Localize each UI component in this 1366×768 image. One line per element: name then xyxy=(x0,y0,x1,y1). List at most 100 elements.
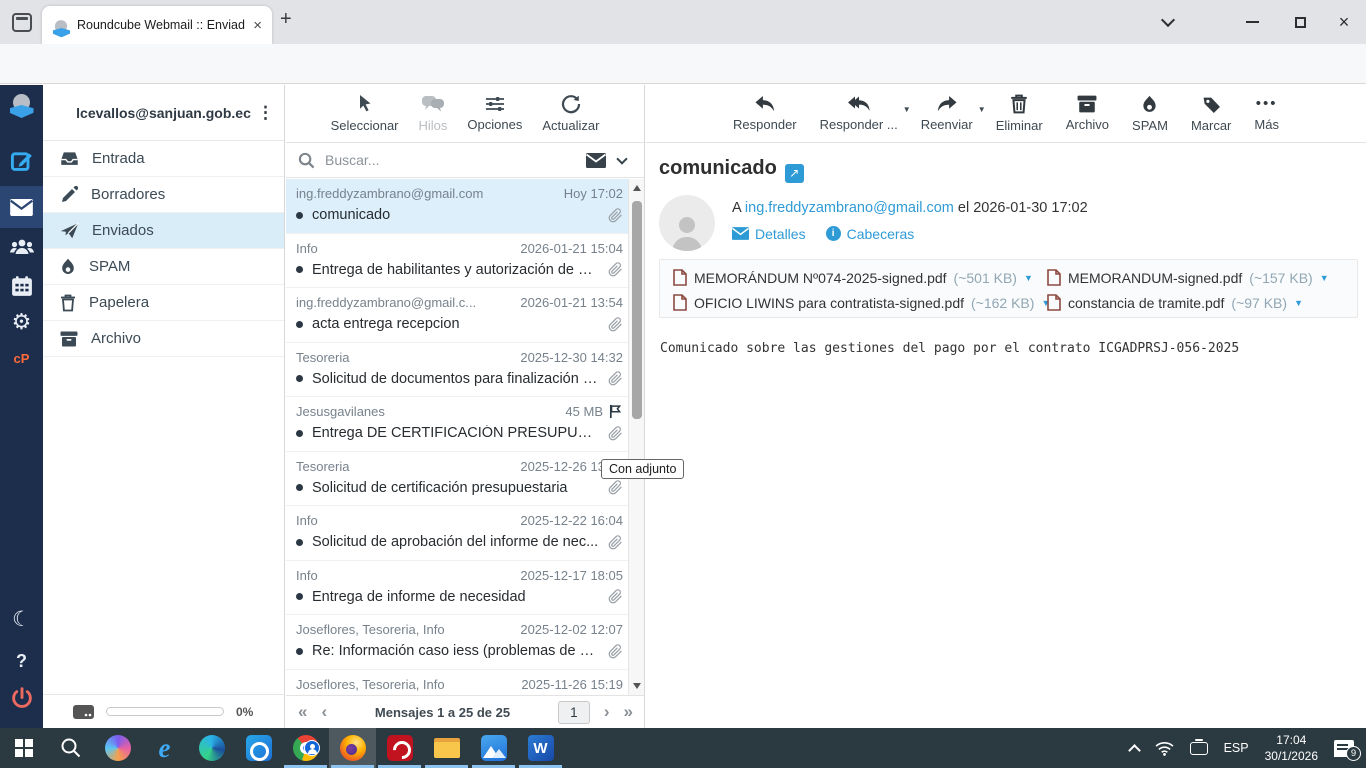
details-toggle[interactable]: Detalles xyxy=(732,226,806,242)
more-button[interactable]: ••• Más xyxy=(1254,95,1279,132)
unread-dot xyxy=(296,593,303,600)
next-page-icon[interactable]: › xyxy=(604,702,610,722)
message-row[interactable]: ing.freddyzambrano@gmail.com Hoy 17:02 co… xyxy=(286,179,629,234)
taskbar-word-button[interactable]: W xyxy=(517,728,564,768)
taskbar-ie-button[interactable]: e xyxy=(141,728,188,768)
headers-toggle[interactable]: i Cabeceras xyxy=(825,226,914,242)
reply-icon xyxy=(755,96,774,112)
browser-tab-strip: Roundcube Webmail :: Enviados × + × xyxy=(0,0,1366,44)
attachment-paperclip-icon xyxy=(608,480,623,495)
taskbar-chrome-button[interactable] xyxy=(282,728,329,768)
folder-borradores[interactable]: Borradores xyxy=(43,177,284,213)
refresh-button[interactable]: Actualizar xyxy=(542,94,599,133)
cpanel-icon[interactable]: cP xyxy=(0,351,43,366)
list-toolbar: Seleccionar Hilos Opciones Actualizar xyxy=(286,85,644,143)
page-number-input[interactable]: 1 xyxy=(557,700,590,724)
folder-papelera[interactable]: Papelera xyxy=(43,285,284,321)
message-row[interactable]: Jesusgavilanes 45 MB Entrega DE CERTIFIC… xyxy=(286,397,629,452)
window-close-button[interactable]: × xyxy=(1324,0,1364,44)
spam-button[interactable]: SPAM xyxy=(1132,95,1168,133)
taskbar-explorer-button[interactable] xyxy=(423,728,470,768)
last-page-icon[interactable]: » xyxy=(624,702,633,722)
taskbar-firefox-button[interactable] xyxy=(329,728,376,768)
folder-spam[interactable]: SPAM xyxy=(43,249,284,285)
attachment-menu-caret-icon[interactable]: ▼ xyxy=(1024,273,1033,283)
tray-overflow-chevron-icon[interactable] xyxy=(1127,743,1141,757)
message-row[interactable]: Joseflores, Tesoreria, Info 2025-11-26 15… xyxy=(286,670,629,696)
language-indicator[interactable]: ESP xyxy=(1224,741,1249,755)
taskbar-edge-button[interactable] xyxy=(188,728,235,768)
search-scope-envelope-icon[interactable] xyxy=(586,152,606,168)
forward-caret-icon[interactable]: ▼ xyxy=(978,105,986,114)
reply-all-icon xyxy=(847,96,870,111)
reply-all-caret-icon[interactable]: ▼ xyxy=(903,105,911,114)
help-icon[interactable]: ? xyxy=(0,651,43,672)
search-bar[interactable]: Buscar... xyxy=(286,143,644,178)
delete-button[interactable]: Eliminar xyxy=(996,94,1043,133)
message-row[interactable]: Info 2026-01-21 15:04 Entrega de habilita… xyxy=(286,234,629,288)
browser-tab[interactable]: Roundcube Webmail :: Enviados × xyxy=(42,6,272,44)
attachment-paperclip-icon xyxy=(608,534,623,550)
taskbar-search-button[interactable] xyxy=(47,728,94,768)
message-row[interactable]: Info 2025-12-22 16:04 Solicitud de aproba… xyxy=(286,506,629,561)
start-button[interactable] xyxy=(0,728,47,768)
message-row[interactable]: ing.freddyzambrano@gmail.c... 2026-01-21 … xyxy=(286,288,629,343)
contacts-icon[interactable] xyxy=(0,237,43,257)
inbox-icon xyxy=(61,152,78,165)
message-row[interactable]: Info 2025-12-17 18:05 Entrega de informe … xyxy=(286,561,629,615)
attachment-item[interactable]: MEMORÁNDUM Nº074-2025-signed.pdf (~501 KB… xyxy=(673,269,1047,286)
notifications-icon[interactable]: 9 xyxy=(1334,739,1361,761)
folder-enviados[interactable]: Enviados xyxy=(43,213,284,249)
message-row[interactable]: Tesoreria 2025-12-26 13:13 Solicitud de c… xyxy=(286,452,629,506)
wifi-icon[interactable] xyxy=(1155,741,1174,756)
taskbar-photos-button[interactable] xyxy=(470,728,517,768)
tab-close-icon[interactable]: × xyxy=(253,17,262,34)
recipient-email-link[interactable]: ing.freddyzambrano@gmail.com xyxy=(745,200,954,216)
first-page-icon[interactable]: « xyxy=(298,702,307,722)
reply-all-button[interactable]: Responder ... ▼ xyxy=(820,95,911,132)
clock[interactable]: 17:04 30/1/2026 xyxy=(1265,732,1318,764)
list-scrollbar[interactable] xyxy=(628,179,644,695)
message-row[interactable]: Joseflores, Tesoreria, Info 2025-12-02 12… xyxy=(286,615,629,670)
mail-tab-icon[interactable] xyxy=(0,186,43,228)
select-button[interactable]: Seleccionar xyxy=(331,94,399,133)
mark-button[interactable]: Marcar xyxy=(1191,95,1231,133)
tab-list-chevron-icon[interactable] xyxy=(1148,0,1188,44)
account-options-kebab-icon[interactable]: ⋮ xyxy=(257,103,274,123)
taskbar-acrobat-button[interactable] xyxy=(376,728,423,768)
attachment-item[interactable]: OFICIO LIWINS para contratista-signed.pd… xyxy=(673,294,1050,311)
window-restore-button[interactable] xyxy=(1280,0,1320,44)
roundcube-logo[interactable] xyxy=(0,93,43,119)
taskbar-copilot-button[interactable] xyxy=(94,728,141,768)
attachment-item[interactable]: MEMORANDUM-signed.pdf (~157 KB) ▼ xyxy=(1047,269,1344,286)
message-list: ing.freddyzambrano@gmail.com Hoy 17:02 co… xyxy=(286,179,629,695)
logout-power-icon[interactable] xyxy=(0,687,43,709)
dark-mode-moon-icon[interactable]: ☾ xyxy=(0,607,43,632)
attachment-menu-caret-icon[interactable]: ▼ xyxy=(1320,273,1329,283)
reply-button[interactable]: Responder xyxy=(733,95,797,132)
message-row[interactable]: Tesoreria 2025-12-30 14:32 Solicitud de d… xyxy=(286,343,629,397)
attachment-menu-caret-icon[interactable]: ▼ xyxy=(1294,298,1303,308)
search-options-chevron-icon[interactable] xyxy=(616,152,628,165)
folder-archivo[interactable]: Archivo xyxy=(43,321,284,357)
calendar-icon[interactable] xyxy=(0,275,43,297)
options-button[interactable]: Opciones xyxy=(467,95,522,132)
prev-page-icon[interactable]: ‹ xyxy=(321,702,327,722)
archive-button[interactable]: Archivo xyxy=(1066,95,1109,132)
meet-now-icon[interactable] xyxy=(1189,738,1208,755)
attachment-item[interactable]: constancia de tramite.pdf (~97 KB) ▼ xyxy=(1047,294,1344,311)
scroll-up-arrow[interactable] xyxy=(633,185,641,191)
compose-icon[interactable] xyxy=(0,149,43,173)
settings-gear-icon[interactable]: ⚙ xyxy=(0,309,43,335)
taskbar-outlook-button[interactable] xyxy=(235,728,282,768)
window-minimize-button[interactable] xyxy=(1232,0,1272,44)
unread-dot xyxy=(296,211,303,219)
open-in-new-window-icon[interactable]: ↗ xyxy=(784,163,804,183)
new-tab-button[interactable]: + xyxy=(280,8,292,31)
folder-entrada[interactable]: Entrada xyxy=(43,141,284,177)
scrollbar-thumb[interactable] xyxy=(632,201,642,419)
scroll-down-arrow[interactable] xyxy=(633,683,641,689)
forward-button[interactable]: Reenviar ▼ xyxy=(921,95,986,132)
flag-icon[interactable] xyxy=(608,404,623,419)
firefox-view-icon[interactable] xyxy=(12,13,32,32)
